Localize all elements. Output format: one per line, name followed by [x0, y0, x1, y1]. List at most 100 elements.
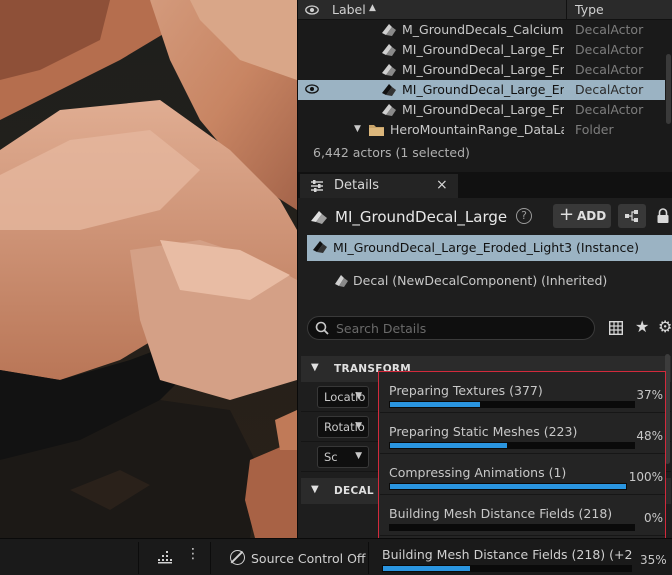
task-label: Building Mesh Distance Fields (218)	[389, 506, 613, 521]
chevron-down-icon: ▼	[355, 391, 362, 401]
outliner-header: Label ▲ Type	[298, 0, 672, 20]
search-icon	[315, 321, 329, 335]
visibility-eye-icon[interactable]	[305, 83, 319, 98]
task-progress-bar	[389, 401, 635, 408]
trace-dots-icon[interactable]	[157, 549, 173, 565]
background-tasks-popup: Preparing Textures (377) 37% Preparing Sta…	[378, 371, 666, 540]
sort-ascending-icon[interactable]: ▲	[369, 3, 376, 13]
level-viewport[interactable]	[0, 0, 297, 538]
chevron-down-icon: ▼	[355, 421, 362, 431]
component-name: MI_GroundDecal_Large_Eroded_Light3 (Inst…	[333, 240, 639, 255]
decal-actor-icon	[381, 23, 397, 37]
progress-fill	[390, 484, 626, 489]
task-label: Preparing Static Meshes (223)	[389, 424, 578, 439]
lock-icon[interactable]	[656, 208, 670, 224]
location-mode-dropdown[interactable]: Locatio ▼	[317, 386, 369, 408]
outliner-row[interactable]: ▼ HeroMountainRange_DataLaye Folder	[298, 120, 665, 140]
outliner-row-label: HeroMountainRange_DataLaye	[390, 122, 564, 137]
outliner-row[interactable]: MI_GroundDecal_Large_Erod DecalActor	[298, 80, 665, 100]
add-button-label: ADD	[577, 209, 607, 223]
decal-actor-icon	[381, 43, 397, 57]
search-details-field[interactable]	[307, 316, 595, 340]
task-percent: 37%	[636, 388, 663, 402]
background-task-percent: 35%	[640, 553, 667, 567]
scrollbar-thumb[interactable]	[666, 54, 671, 124]
settings-gear-icon[interactable]: ⚙	[658, 317, 672, 336]
label-column-header[interactable]: Label	[332, 2, 366, 17]
type-column-header[interactable]: Type	[566, 0, 672, 20]
section-title: DECAL	[334, 485, 374, 497]
add-component-button[interactable]: + ADD	[553, 204, 611, 228]
outliner-row-type: DecalActor	[575, 62, 644, 77]
outliner-row-type: DecalActor	[575, 82, 644, 97]
status-bar: ⋮ Source Control Off Building Mesh Dista…	[0, 538, 672, 575]
background-task-item: Building Mesh Distance Fields (218) 0%	[380, 495, 665, 536]
property-matrix-icon[interactable]	[609, 321, 623, 335]
visibility-column-eye-icon[interactable]	[298, 0, 326, 20]
details-tab-strip: Details ×	[298, 172, 672, 198]
chevron-down-icon: ▼	[311, 362, 319, 373]
help-icon[interactable]: ?	[516, 208, 532, 224]
task-percent: 100%	[628, 470, 663, 484]
component-name: Decal (NewDecalComponent) (Inherited)	[353, 273, 608, 288]
rotation-mode-dropdown[interactable]: Rotatio ▼	[317, 416, 369, 438]
source-control-status[interactable]: Source Control Off	[251, 551, 366, 566]
task-progress-bar	[389, 483, 627, 490]
outliner-row-label: M_GroundDecals_CalciumBu	[402, 22, 564, 37]
outliner-row-type: DecalActor	[575, 42, 644, 57]
background-task-progress-bar[interactable]	[382, 565, 632, 572]
task-progress-bar	[389, 524, 635, 531]
outliner-row[interactable]: MI_GroundDecal_Large_Erod DecalActor	[298, 100, 665, 120]
task-label: Compressing Animations (1)	[389, 465, 567, 480]
progress-fill	[383, 566, 470, 571]
tab-details-label: Details	[334, 178, 380, 193]
scale-mode-dropdown[interactable]: Sc ▼	[317, 446, 369, 468]
world-outliner: Label ▲ Type M_GroundDecals_CalciumBu Dec…	[297, 0, 672, 172]
component-row-instance[interactable]: MI_GroundDecal_Large_Eroded_Light3 (Inst…	[307, 235, 672, 261]
outliner-row-label: MI_GroundDecal_Large_Erod	[402, 102, 564, 117]
decal-actor-icon	[381, 83, 397, 97]
task-label: Preparing Textures (377)	[389, 383, 543, 398]
decal-actor-icon	[381, 103, 397, 117]
dropdown-value: Sc	[324, 450, 338, 464]
blueprint-button[interactable]	[618, 204, 646, 228]
divider	[210, 542, 211, 574]
selected-object-name: MI_GroundDecal_Large	[335, 208, 508, 226]
details-sliders-icon	[311, 180, 323, 192]
outliner-row-label: MI_GroundDecal_Large_Erod	[402, 42, 564, 57]
task-progress-bar	[389, 442, 635, 449]
progress-fill	[390, 443, 508, 448]
plus-icon: +	[559, 204, 575, 225]
background-task-item: Compressing Animations (1) 100%	[380, 454, 665, 495]
progress-fill	[390, 402, 481, 407]
search-input[interactable]	[336, 320, 586, 336]
blueprint-graph-icon	[625, 210, 638, 222]
outliner-row-label: MI_GroundDecal_Large_Erod	[402, 62, 564, 77]
source-control-off-icon[interactable]	[230, 550, 245, 565]
more-options-icon[interactable]: ⋮	[186, 546, 200, 562]
outliner-scrollbar[interactable]	[665, 20, 672, 140]
chevron-down-icon[interactable]: ▼	[354, 124, 361, 134]
viewport-scene-image	[0, 0, 297, 538]
tab-details[interactable]: Details ×	[300, 174, 458, 198]
background-task-item: Preparing Static Meshes (223) 48%	[380, 413, 665, 454]
outliner-row-type: DecalActor	[575, 22, 644, 37]
chevron-down-icon: ▼	[311, 484, 319, 495]
task-percent: 0%	[643, 511, 663, 525]
outliner-row-label: MI_GroundDecal_Large_Erod	[402, 82, 564, 97]
decal-instance-icon	[313, 241, 327, 253]
decal-actor-icon	[311, 211, 327, 224]
close-tab-icon[interactable]: ×	[436, 177, 448, 193]
outliner-row[interactable]: M_GroundDecals_CalciumBu DecalActor	[298, 20, 665, 40]
outliner-row[interactable]: MI_GroundDecal_Large_Erod DecalActor	[298, 60, 665, 80]
folder-icon	[368, 123, 384, 137]
favorites-star-icon[interactable]: ★	[635, 317, 649, 336]
outliner-row[interactable]: MI_GroundDecal_Large_Erod DecalActor	[298, 40, 665, 60]
background-task-label[interactable]: Building Mesh Distance Fields (218) (+2 …	[382, 547, 636, 562]
outliner-row-type: DecalActor	[575, 102, 644, 117]
background-task-item: Preparing Textures (377) 37%	[380, 372, 665, 413]
decal-actor-icon	[381, 63, 397, 77]
actor-count-status: 6,442 actors (1 selected)	[313, 145, 470, 160]
chevron-down-icon: ▼	[355, 451, 362, 461]
task-percent: 48%	[636, 429, 663, 443]
